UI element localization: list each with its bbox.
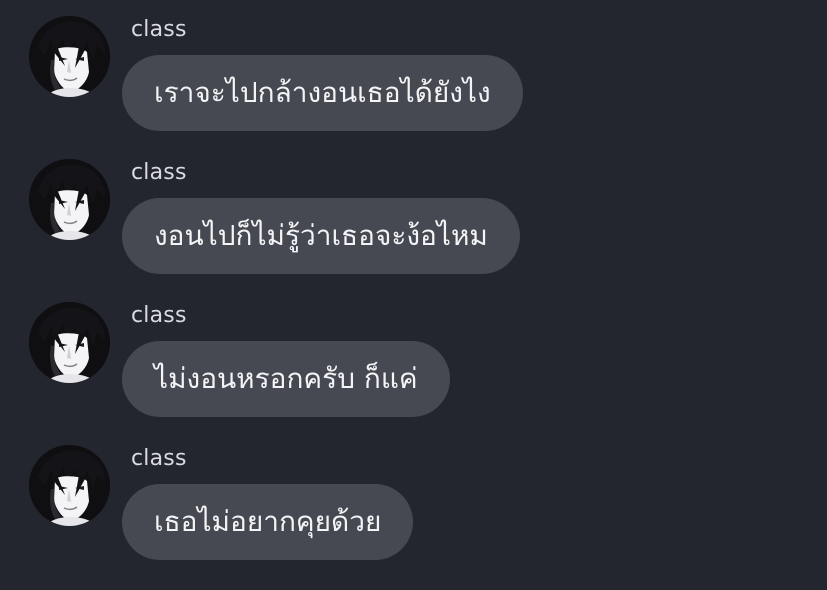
sender-name: class xyxy=(131,17,187,42)
sender-name: class xyxy=(131,160,187,185)
profile-avatar-icon[interactable] xyxy=(29,16,110,97)
sender-name: class xyxy=(131,446,187,471)
message-bubble[interactable]: เราจะไปกล้างอนเธอได้ยังไง xyxy=(122,55,523,131)
sender-name: class xyxy=(131,303,187,328)
chat-thread: class เราจะไปกล้างอนเธอได้ยังไง class งอ… xyxy=(0,0,827,590)
profile-avatar-icon[interactable] xyxy=(29,445,110,526)
message-bubble[interactable]: เธอไม่อยากคุยด้วย xyxy=(122,484,414,560)
message-row: class เราจะไปกล้างอนเธอได้ยังไง xyxy=(0,0,827,131)
message-row: class ไม่งอนหรอกครับ ก็แค่ xyxy=(0,286,827,417)
message-bubble[interactable]: ไม่งอนหรอกครับ ก็แค่ xyxy=(122,341,450,417)
message-bubble[interactable]: งอนไปก็ไม่รู้ว่าเธอจะง้อไหม xyxy=(122,198,520,274)
profile-avatar-icon[interactable] xyxy=(29,159,110,240)
profile-avatar-icon[interactable] xyxy=(29,302,110,383)
message-row: class งอนไปก็ไม่รู้ว่าเธอจะง้อไหม xyxy=(0,143,827,274)
message-row: class เธอไม่อยากคุยด้วย xyxy=(0,429,827,560)
